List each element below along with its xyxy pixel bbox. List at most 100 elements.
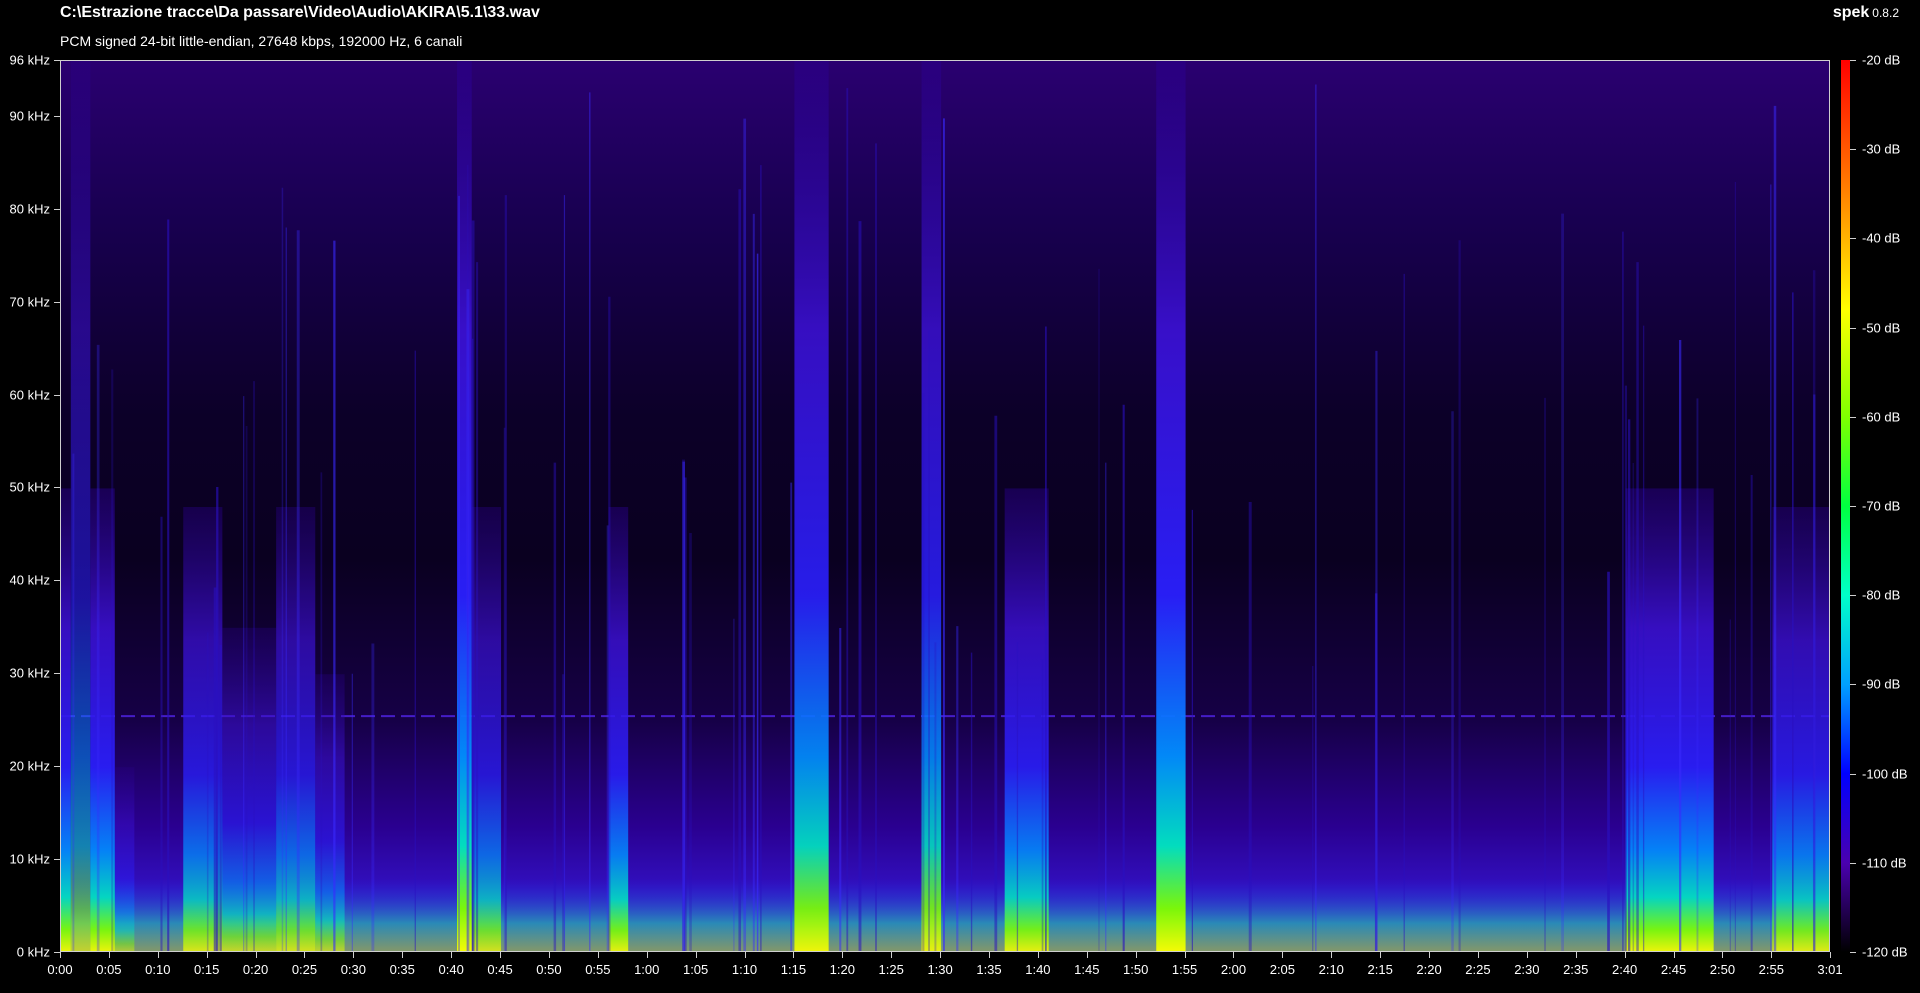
- frequency-tick-label: 20 kHz: [9, 758, 50, 774]
- time-tick-mark: [353, 952, 355, 958]
- time-tick-mark: [60, 952, 61, 958]
- frequency-tick-mark: [54, 208, 60, 210]
- level-tick-label: -120 dB: [1862, 944, 1908, 960]
- time-axis: 0:00 0:05 0:10 0:15 0:20 0:25 0:30 0:35 0:40 0:45…: [0, 952, 1920, 992]
- time-tick-label: 0:00: [47, 962, 73, 977]
- time-tick-mark: [451, 952, 453, 958]
- frequency-tick-label: 50 kHz: [9, 479, 50, 495]
- time-tick-label: 3:01: [1817, 962, 1843, 977]
- time-tick-mark: [1282, 952, 1284, 958]
- time-tick-label: 0:40: [438, 962, 464, 977]
- energy-burst: [114, 767, 135, 951]
- frequency-tick-label: 40 kHz: [9, 572, 50, 588]
- level-tick-mark: [1850, 60, 1856, 61]
- energy-burst: [794, 61, 829, 951]
- time-tick-label: 2:25: [1465, 962, 1491, 977]
- time-tick-mark: [1575, 952, 1577, 958]
- time-tick-mark: [940, 952, 942, 958]
- level-scale-axis: -20 dB -30 dB -40 dB -50 dB -60 dB -70 dB -80 …: [1850, 0, 1910, 993]
- level-tick-label: -60 dB: [1862, 409, 1901, 425]
- level-tick-label: -50 dB: [1862, 320, 1901, 336]
- time-tick-mark: [255, 952, 257, 958]
- time-tick-label: 2:30: [1514, 962, 1540, 977]
- time-tick-mark: [1037, 952, 1039, 958]
- time-tick-label: 1:25: [878, 962, 904, 977]
- frequency-tick-mark: [54, 301, 60, 303]
- time-tick-label: 2:20: [1416, 962, 1442, 977]
- file-path-title: C:\Estrazione tracce\Da passare\Video\Au…: [60, 4, 540, 21]
- time-tick-mark: [1233, 952, 1235, 958]
- time-tick-mark: [1526, 952, 1528, 958]
- time-tick-mark: [1135, 952, 1137, 958]
- time-tick-mark: [1771, 952, 1773, 958]
- time-tick-mark: [1624, 952, 1626, 958]
- time-tick-mark: [304, 952, 306, 958]
- level-tick-mark: [1850, 416, 1856, 418]
- level-tick-mark: [1850, 952, 1856, 953]
- frequency-tick-mark: [54, 766, 60, 768]
- level-tick-label: -40 dB: [1862, 230, 1901, 246]
- time-tick-label: 0:05: [96, 962, 122, 977]
- time-tick-mark: [1380, 952, 1382, 958]
- time-tick-mark: [548, 952, 550, 958]
- time-tick-label: 1:40: [1025, 962, 1051, 977]
- frequency-tick-mark: [54, 673, 60, 675]
- time-tick-label: 0:45: [487, 962, 513, 977]
- time-tick-mark: [744, 952, 746, 958]
- time-tick-mark: [1673, 952, 1675, 958]
- time-tick-label: 0:15: [194, 962, 220, 977]
- time-tick-mark: [989, 952, 990, 958]
- time-tick-label: 2:40: [1611, 962, 1638, 977]
- time-tick-mark: [1086, 952, 1088, 958]
- time-tick-mark: [793, 952, 795, 958]
- time-tick-mark: [1477, 952, 1479, 958]
- energy-burst: [222, 627, 277, 951]
- energy-burst: [1625, 488, 1714, 951]
- time-tick-label: 2:45: [1660, 962, 1687, 977]
- level-tick-label: -110 dB: [1862, 855, 1907, 871]
- level-tick-mark: [1850, 595, 1856, 597]
- time-tick-label: 2:50: [1709, 962, 1736, 977]
- level-tick-label: -90 dB: [1862, 676, 1901, 692]
- frequency-tick-label: 80 kHz: [9, 201, 50, 217]
- time-tick-label: 1:55: [1171, 962, 1198, 977]
- spek-window: C:\Estrazione tracce\Da passare\Video\Au…: [0, 0, 1920, 993]
- time-tick-label: 2:00: [1220, 962, 1247, 977]
- time-tick-mark: [108, 952, 110, 958]
- time-tick-label: 1:15: [780, 962, 807, 977]
- level-tick-mark: [1850, 238, 1856, 240]
- energy-burst: [921, 61, 942, 951]
- level-tick-mark: [1850, 506, 1856, 507]
- spectrogram-plot: [60, 60, 1830, 952]
- level-tick-label: -80 dB: [1862, 587, 1901, 603]
- frequency-axis: 0 kHz 10 kHz 20 kHz 30 kHz 40 kHz 50 kHz 60 kH…: [0, 0, 60, 993]
- frequency-tick-mark: [54, 394, 60, 396]
- time-tick-label: 0:20: [242, 962, 269, 977]
- energy-burst: [90, 488, 115, 951]
- level-tick-mark: [1850, 862, 1856, 864]
- level-tick-mark: [1850, 773, 1856, 775]
- frequency-tick-mark: [54, 487, 60, 489]
- energy-burst: [315, 674, 345, 951]
- frequency-tick-label: 30 kHz: [9, 665, 50, 681]
- time-tick-label: 0:25: [291, 962, 318, 977]
- level-tick-label: -30 dB: [1862, 141, 1901, 157]
- level-tick-mark: [1850, 327, 1856, 329]
- time-tick-mark: [1722, 952, 1724, 958]
- time-tick-label: 2:55: [1758, 962, 1784, 977]
- energy-burst: [61, 488, 71, 951]
- frequency-tick-label: 60 kHz: [9, 387, 50, 402]
- stream-info: PCM signed 24-bit little-endian, 27648 k…: [60, 33, 463, 49]
- time-tick-label: 0:10: [145, 962, 171, 977]
- frequency-tick-mark: [54, 60, 60, 61]
- time-tick-mark: [402, 952, 404, 958]
- level-tick-mark: [1850, 149, 1856, 151]
- level-color-bar: [1841, 60, 1850, 952]
- frequency-tick-label: 70 kHz: [9, 294, 50, 310]
- time-tick-label: 1:05: [682, 962, 709, 977]
- time-tick-label: 2:10: [1318, 962, 1344, 977]
- time-tick-mark: [206, 952, 208, 958]
- energy-burst: [1156, 61, 1186, 951]
- time-tick-label: 1:35: [976, 962, 1002, 977]
- energy-burst: [1772, 507, 1829, 951]
